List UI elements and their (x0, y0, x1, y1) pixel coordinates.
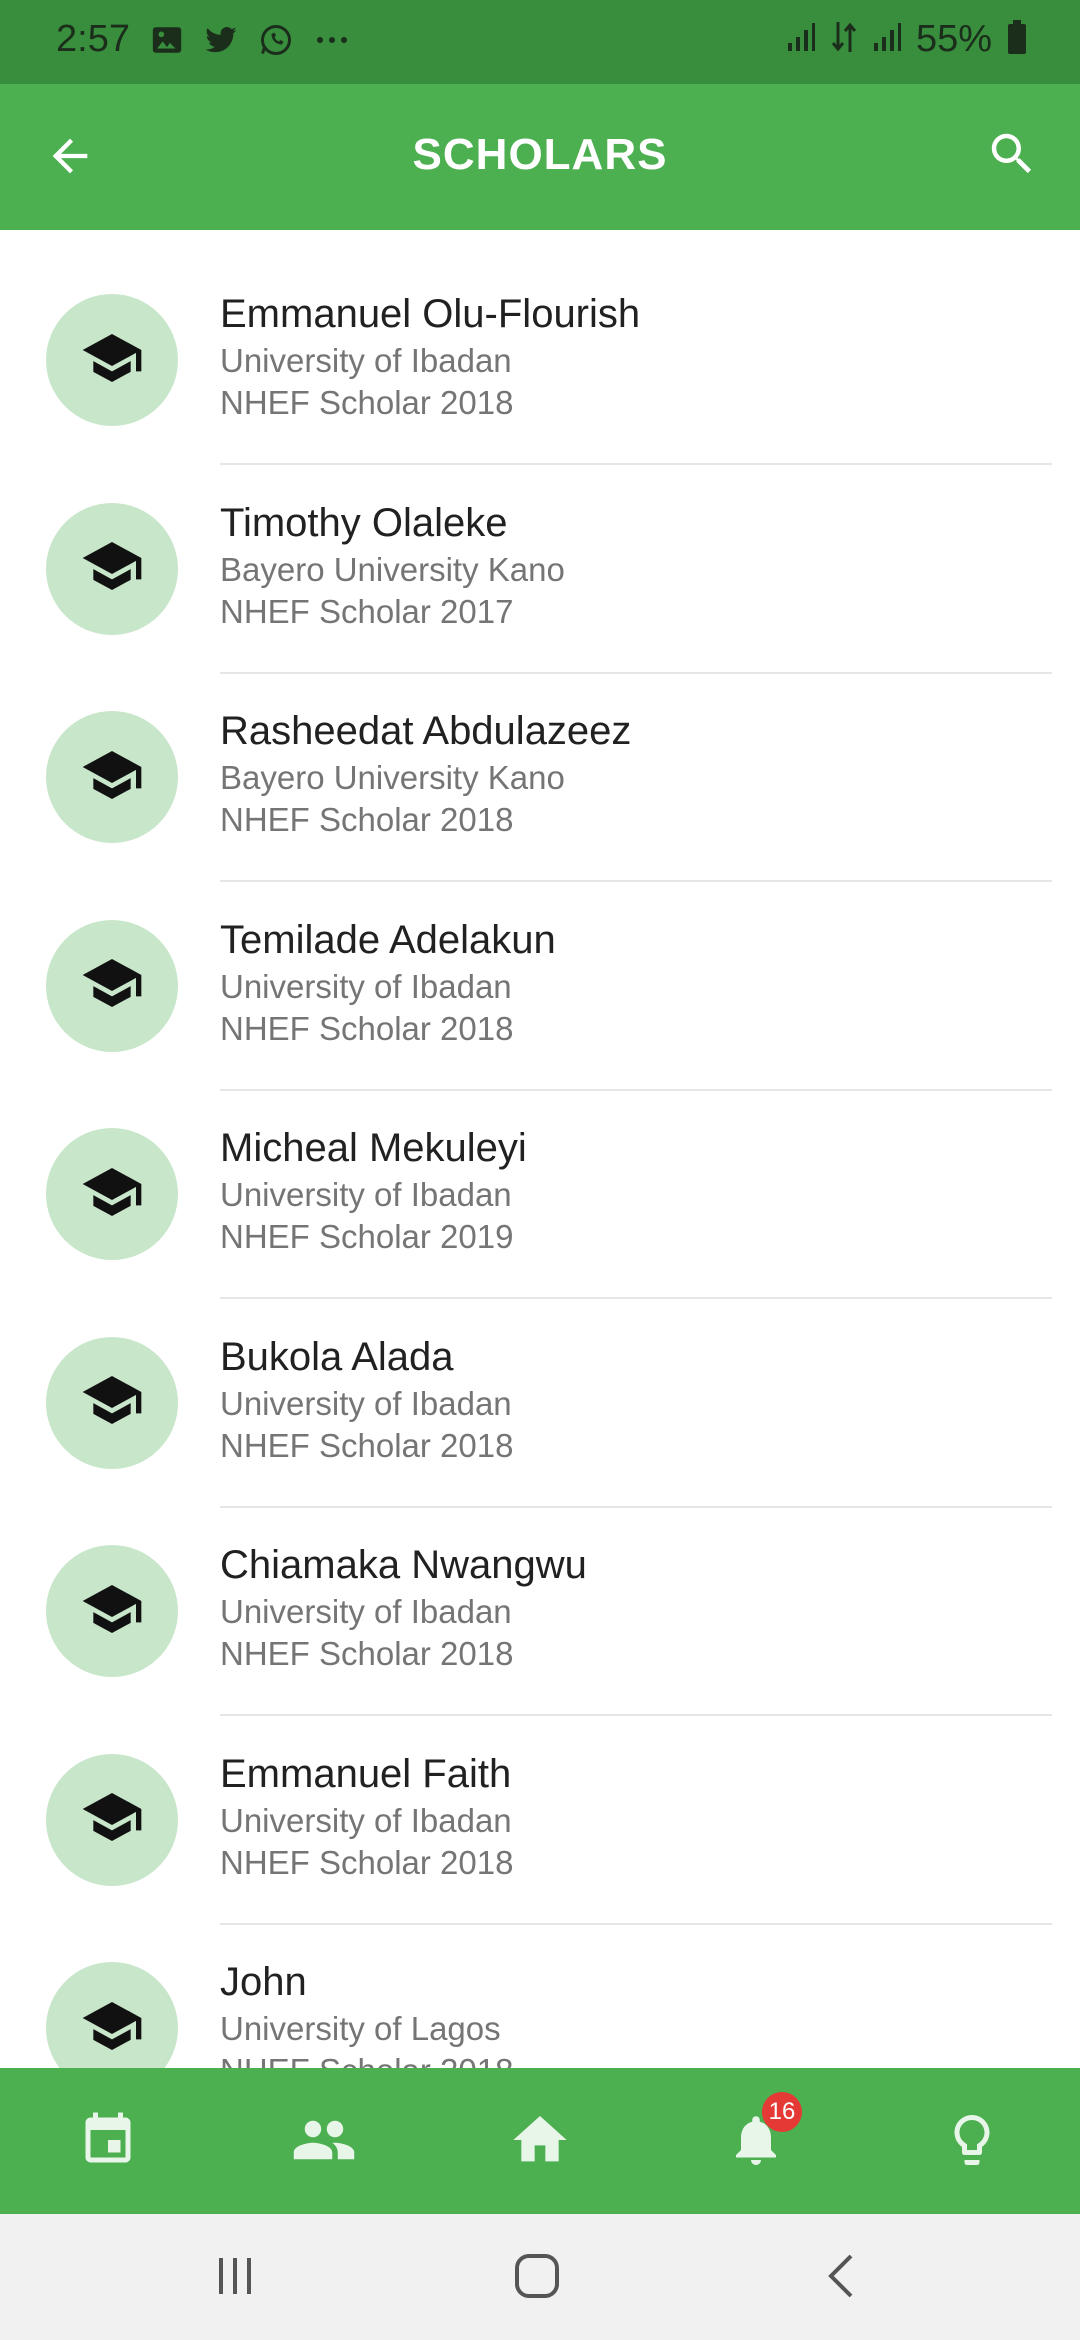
graduation-cap-icon (80, 326, 144, 395)
scholar-name: Micheal Mekuleyi (220, 1126, 527, 1170)
system-navigation-bar (0, 2214, 1080, 2340)
scholar-avatar (46, 502, 178, 635)
graduation-cap-icon (80, 1785, 144, 1854)
scholar-university: University of Ibadan (220, 342, 512, 379)
more-dots-icon (312, 30, 352, 55)
notification-badge: 16 (762, 2092, 802, 2132)
back-chevron-icon (821, 2251, 861, 2306)
scholar-list-item[interactable]: John University of Lagos NHEF Scholar 2018 (0, 1898, 1080, 2068)
scholar-program-year: NHEF Scholar 2018 (220, 384, 514, 421)
people-icon (291, 2107, 357, 2178)
nav-calendar[interactable] (70, 2104, 146, 2180)
graduation-cap-icon (80, 1577, 144, 1646)
scholar-name: Timothy Olaleke (220, 500, 508, 545)
scholar-list-item[interactable]: Rasheedat Abdulazeez Bayero University Ka… (0, 647, 1080, 882)
scholar-name: Emmanuel Olu-Flourish (220, 292, 641, 336)
graduation-cap-icon (80, 534, 144, 603)
battery-icon (1006, 19, 1028, 60)
scholar-avatar (46, 294, 178, 426)
search-button[interactable] (980, 124, 1044, 188)
graduation-cap-icon (80, 1160, 144, 1229)
scholar-program-year: NHEF Scholar 2018 (220, 1009, 514, 1047)
scholar-university: Bayero University Kano (220, 550, 565, 588)
nav-home[interactable] (502, 2104, 578, 2180)
scholar-program-year: NHEF Scholar 2017 (220, 592, 514, 630)
scholar-avatar (46, 1545, 178, 1677)
scholar-program-year: NHEF Scholar 2018 (220, 801, 514, 838)
calendar-icon (78, 2110, 138, 2175)
scholar-program-year: NHEF Scholar 2018 (220, 1635, 514, 1672)
scholar-avatar (46, 1336, 178, 1469)
nav-ideas[interactable] (934, 2104, 1010, 2180)
nav-scholars[interactable] (286, 2104, 362, 2180)
lightbulb-icon (942, 2110, 1002, 2175)
scholar-program-year: NHEF Scholar 2018 (220, 1426, 514, 1464)
scholar-list-item[interactable]: Emmanuel Faith University of Ibadan NHEF S… (0, 1690, 1080, 1925)
scholar-avatar (46, 1962, 178, 2068)
page-title: SCHOLARS (412, 130, 668, 179)
scholar-list-item[interactable]: Temilade Adelakun University of Ibadan NHE… (0, 856, 1080, 1091)
system-home-button[interactable] (502, 2246, 572, 2310)
status-time: 2:57 (56, 18, 130, 60)
scholar-university: Bayero University Kano (220, 759, 565, 796)
scholar-avatar (46, 1753, 178, 1886)
twitter-icon (202, 23, 240, 62)
scholar-program-year: NHEF Scholar 2018 (220, 2052, 513, 2068)
graduation-cap-icon (80, 1368, 144, 1437)
scholar-list-item[interactable]: Timothy Olaleke Bayero University Kano NHE… (0, 439, 1080, 674)
scholar-avatar (46, 711, 178, 843)
signal-icon (786, 21, 816, 58)
whatsapp-icon (258, 22, 294, 63)
nav-notifications[interactable]: 16 (718, 2092, 802, 2180)
system-back-button[interactable] (806, 2246, 876, 2310)
scholar-list-item[interactable]: Chiamaka Nwangwu University of Ibadan NHEF… (0, 1481, 1080, 1716)
scholar-name: Emmanuel Faith (220, 1751, 512, 1796)
scholar-list-item[interactable]: Emmanuel Olu-Flourish University of Ibada… (0, 230, 1080, 465)
graduation-cap-icon (80, 743, 144, 812)
scholar-university: University of Ibadan (220, 1384, 512, 1422)
recent-apps-button[interactable] (200, 2246, 270, 2310)
scholar-name: Rasheedat Abdulazeez (220, 709, 632, 753)
scholar-name: Chiamaka Nwangwu (220, 1543, 587, 1587)
graduation-cap-icon (80, 951, 144, 1020)
status-bar: 2:57 55% (0, 0, 1080, 84)
data-transfer-icon (830, 20, 858, 59)
status-system-icons: 55% (786, 18, 1028, 61)
scholar-program-year: NHEF Scholar 2018 (220, 1843, 514, 1881)
signal-icon (872, 21, 902, 58)
bottom-navigation: 16 (0, 2068, 1080, 2214)
home-circle-icon (512, 2251, 562, 2306)
scholar-name: Temilade Adelakun (220, 917, 556, 962)
scholar-university: University of Ibadan (220, 1176, 512, 1213)
status-notification-icons (150, 22, 352, 63)
recent-apps-icon (213, 2254, 257, 2303)
battery-percent: 55% (915, 18, 992, 60)
scholar-avatar (46, 1128, 178, 1260)
scholar-university: University of Ibadan (220, 1801, 512, 1839)
scholar-university: University of Ibadan (220, 1593, 512, 1630)
search-icon (985, 127, 1039, 186)
scholar-avatar (46, 919, 178, 1052)
scholar-university: University of Lagos (220, 2010, 501, 2047)
graduation-cap-icon (80, 1994, 144, 2063)
gallery-icon (150, 23, 184, 62)
app-bar: SCHOLARS (0, 84, 1080, 230)
scholar-name: John (220, 1960, 307, 2004)
scholar-list-item[interactable]: Micheal Mekuleyi University of Ibadan NHEF… (0, 1064, 1080, 1299)
scholar-program-year: NHEF Scholar 2019 (220, 1218, 514, 1255)
scholars-list: Emmanuel Olu-Flourish University of Ibada… (0, 230, 1080, 2068)
scholar-list-item[interactable]: Bukola Alada University of Ibadan NHEF Sch… (0, 1273, 1080, 1508)
scholar-university: University of Ibadan (220, 967, 512, 1005)
scholar-name: Bukola Alada (220, 1334, 454, 1379)
home-icon (508, 2108, 572, 2177)
